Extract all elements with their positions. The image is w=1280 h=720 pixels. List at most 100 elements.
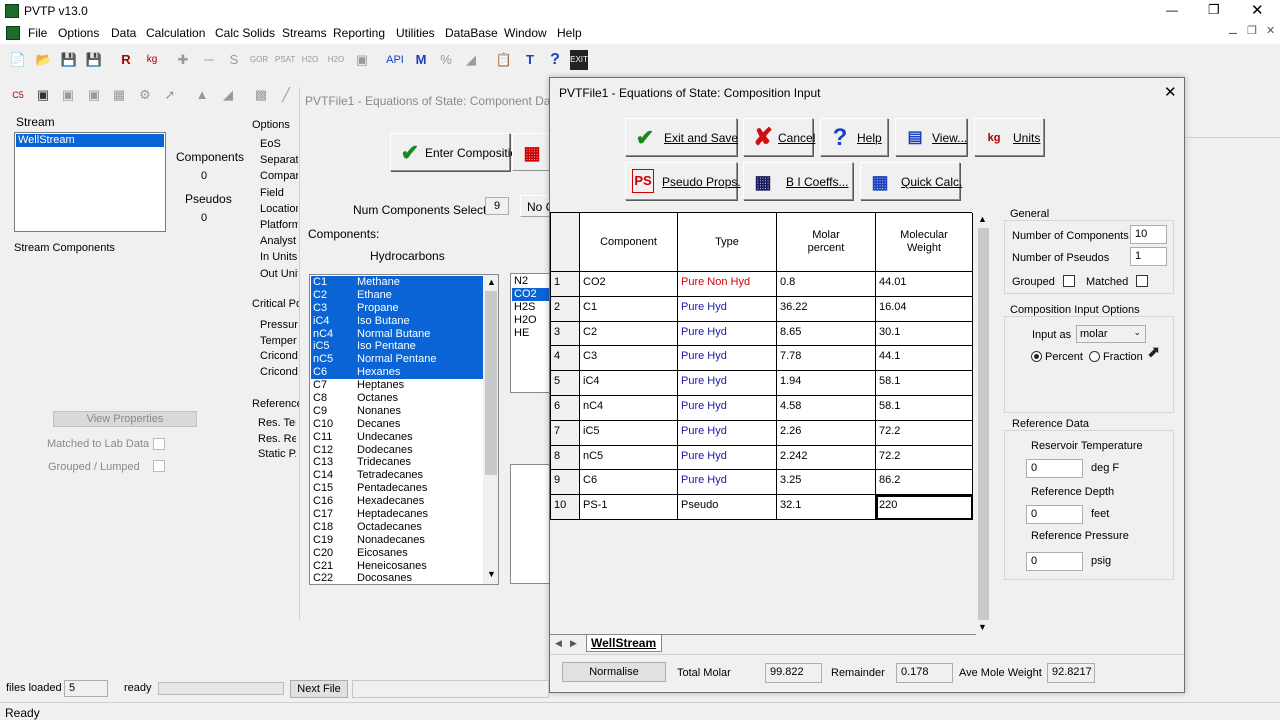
view-properties-button[interactable]: View Properties	[53, 411, 197, 427]
help-button[interactable]: ? Help	[820, 118, 888, 156]
enter-composition-button[interactable]: ✔ Enter Composition	[390, 133, 524, 171]
tab-prev-icon[interactable]: ◀	[555, 638, 562, 649]
matched-checkbox[interactable]	[1136, 275, 1148, 287]
hydrocarbon-item[interactable]: C9 Nonanes	[311, 405, 483, 418]
pseudo-props-button[interactable]: PS Pseudo Props.	[625, 162, 741, 200]
cell-molecular-weight[interactable]: 44.01	[876, 272, 973, 297]
cell-type[interactable]: Pure Hyd	[678, 321, 777, 347]
grouped-lumped-checkbox[interactable]	[153, 460, 165, 472]
ref-depth-field[interactable]: 0	[1026, 505, 1083, 524]
cancel-button[interactable]: ✘ Cancel	[743, 118, 815, 156]
cell-type[interactable]: Pure Hyd	[678, 296, 777, 322]
frame-icon[interactable]: ▣	[58, 85, 78, 105]
c5-icon[interactable]: C5	[8, 85, 28, 105]
restore-icon[interactable]: ❐	[1208, 2, 1220, 18]
hydrocarbon-item[interactable]: C8 Octanes	[311, 392, 483, 405]
fraction-radio[interactable]	[1089, 351, 1100, 362]
open-folder-icon[interactable]: 📂	[34, 50, 54, 70]
stream-list[interactable]: WellStream	[14, 132, 166, 232]
cell-molecular-weight[interactable]: 58.1	[876, 396, 973, 421]
cell-type[interactable]: Pure Hyd	[678, 346, 777, 372]
num-pseudos-field[interactable]: 1	[1130, 247, 1167, 266]
gor-icon[interactable]: GOR	[249, 50, 269, 70]
exit-icon[interactable]: EXIT	[570, 50, 588, 70]
cell-component[interactable]: C6	[580, 470, 678, 496]
next-file-button[interactable]: Next File	[290, 680, 348, 698]
cell-molecular-weight[interactable]: 16.04	[876, 296, 973, 322]
chart-icon[interactable]: ◢	[461, 50, 481, 70]
minimize-icon[interactable]: —	[1166, 3, 1178, 17]
cell-type[interactable]: Pure Hyd	[678, 470, 777, 496]
hydrocarbon-item[interactable]: C13 Tridecanes	[311, 456, 483, 469]
menu-streams[interactable]: Streams	[282, 26, 327, 40]
font-icon[interactable]: T	[520, 50, 540, 70]
cell-molar-percent[interactable]: 2.26	[777, 420, 876, 446]
cell-component[interactable]: CO2	[580, 272, 678, 297]
child-minimize-icon[interactable]: ⚊	[1228, 24, 1238, 37]
hydrocarbon-item[interactable]: C12 Dodecanes	[311, 444, 483, 457]
hydrocarbon-item[interactable]: iC5 Iso Pentane	[311, 340, 483, 354]
mm-icon[interactable]: M	[411, 50, 431, 70]
grid-scroll-thumb[interactable]	[978, 228, 989, 620]
hydrocarbon-item[interactable]: C10 Decanes	[311, 418, 483, 431]
matched-to-lab-checkbox[interactable]	[153, 438, 165, 450]
grid-scrollbar[interactable]: ▲ ▼	[976, 212, 990, 636]
cell-molecular-weight[interactable]: 220	[876, 495, 973, 520]
cell-molecular-weight[interactable]: 58.1	[876, 371, 973, 396]
hydrocarbon-item[interactable]: C11 Undecanes	[311, 431, 483, 444]
cell-molecular-weight[interactable]: 30.1	[876, 321, 973, 347]
non-hydrocarbon-item[interactable]: H2S	[512, 301, 552, 314]
menu-file[interactable]: File	[28, 26, 47, 40]
cell-molecular-weight[interactable]: 72.2	[876, 445, 973, 471]
cell-molar-percent[interactable]: 2.242	[777, 445, 876, 471]
hydrocarbon-item[interactable]: C1 Methane	[311, 276, 483, 289]
hydrocarbon-item[interactable]: C22 Docosanes	[311, 572, 483, 584]
hydrocarbon-item[interactable]: C18 Octadecanes	[311, 521, 483, 534]
cell-component[interactable]: nC4	[580, 396, 678, 421]
cell-molar-percent[interactable]: 36.22	[777, 296, 876, 322]
percent-radio[interactable]	[1031, 351, 1042, 362]
cell-component[interactable]: C3	[580, 346, 678, 372]
cell-molar-percent[interactable]: 3.25	[777, 470, 876, 496]
cell-type[interactable]: Pseudo	[678, 495, 777, 520]
percent-icon[interactable]: %	[436, 50, 456, 70]
menu-data[interactable]: Data	[111, 26, 136, 40]
cell-type[interactable]: Pure Hyd	[678, 420, 777, 446]
frame2-icon[interactable]: ▣	[84, 85, 104, 105]
grid-scroll-down-icon[interactable]: ▼	[978, 622, 987, 632]
save-as-icon[interactable]: 💾	[84, 50, 104, 70]
plot-icon[interactable]: ▲	[192, 85, 212, 105]
pipe-icon[interactable]: ▣	[352, 50, 372, 70]
cell-molar-percent[interactable]: 8.65	[777, 321, 876, 347]
menu-calc-solids[interactable]: Calc Solids	[215, 26, 275, 40]
cell-molar-percent[interactable]: 7.78	[777, 346, 876, 372]
grouped-checkbox[interactable]	[1063, 275, 1075, 287]
minus-icon[interactable]: ─	[199, 50, 219, 70]
api-icon[interactable]: API	[385, 50, 405, 70]
cell-type[interactable]: Pure Hyd	[678, 371, 777, 396]
cell-molecular-weight[interactable]: 72.2	[876, 420, 973, 446]
cell-molecular-weight[interactable]: 44.1	[876, 346, 973, 372]
scroll-thumb[interactable]	[485, 291, 497, 475]
menu-window[interactable]: Window	[504, 26, 547, 40]
menu-reporting[interactable]: Reporting	[333, 26, 385, 40]
cell-component[interactable]: nC5	[580, 445, 678, 471]
hydrocarbon-item[interactable]: C17 Heptadecanes	[311, 508, 483, 521]
cell-molar-percent[interactable]: 1.94	[777, 371, 876, 396]
hydrocarbons-scrollbar[interactable]: ▲ ▼	[483, 275, 498, 584]
hydrocarbon-item[interactable]: C6 Hexanes	[311, 366, 483, 380]
cell-molar-percent[interactable]: 32.1	[777, 495, 876, 520]
wand-icon[interactable]: ➚	[160, 85, 180, 105]
menu-calculation[interactable]: Calculation	[146, 26, 205, 40]
cell-component[interactable]: iC5	[580, 420, 678, 446]
menu-help[interactable]: Help	[557, 26, 582, 40]
kg-mb-icon[interactable]: kg	[142, 50, 162, 70]
hydrocarbon-item[interactable]: C20 Eicosanes	[311, 547, 483, 560]
db-color-button[interactable]: ▦	[512, 133, 552, 171]
bi-coeffs-button[interactable]: ▦ B I Coeffs...	[743, 162, 853, 200]
close-icon[interactable]: ✕	[1251, 1, 1264, 19]
hydrocarbon-item[interactable]: iC4 Iso Butane	[311, 314, 483, 328]
non-hydrocarbon-item[interactable]: N2	[512, 275, 552, 288]
menu-options[interactable]: Options	[58, 26, 99, 40]
hydrocarbon-item[interactable]: C7 Heptanes	[311, 379, 483, 392]
